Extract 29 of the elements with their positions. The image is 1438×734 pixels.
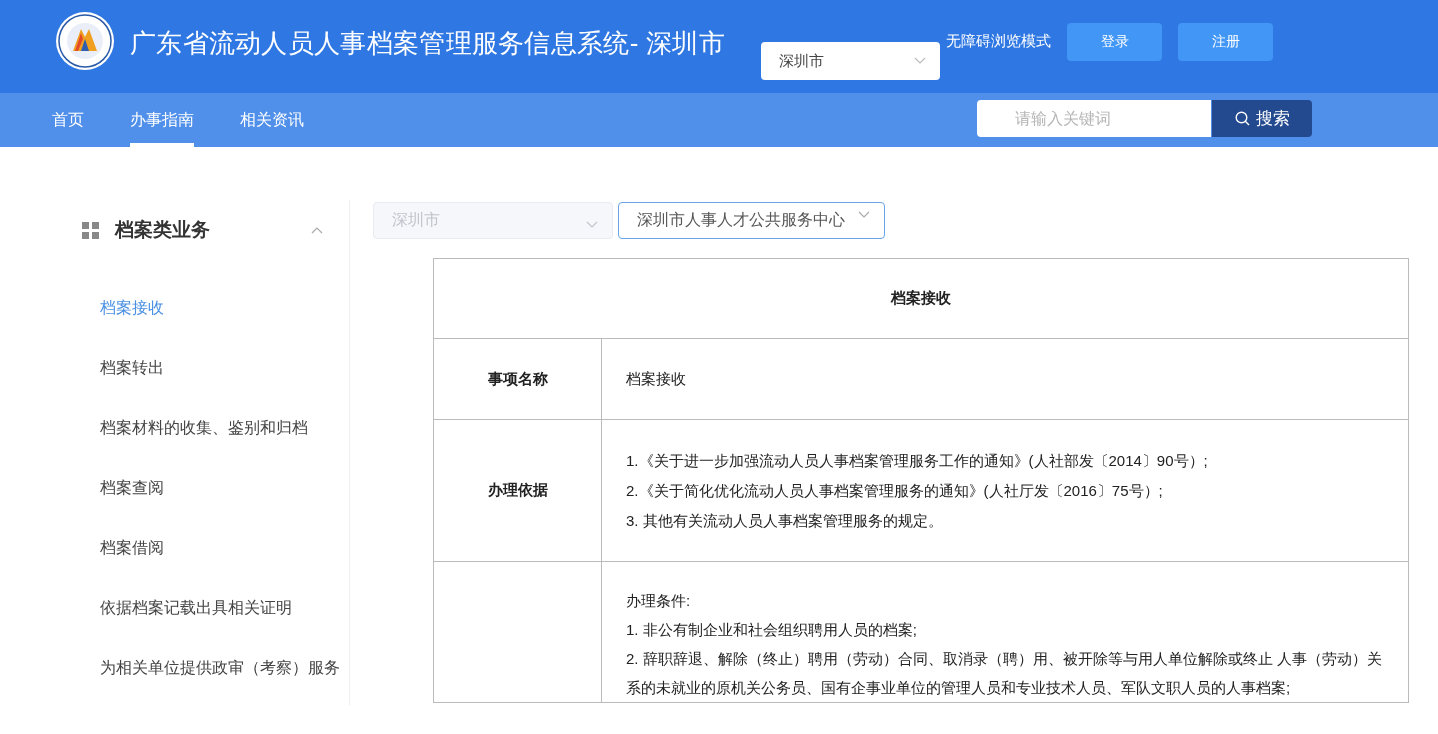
chevron-down-icon: [586, 220, 598, 229]
sidebar-item[interactable]: 档案转出: [80, 338, 349, 398]
detail-text: 1.《关于进一步加强流动人员人事档案管理服务工作的通知》(人社部发〔2014〕90号）;: [626, 450, 1209, 471]
detail-text: 档案接收: [626, 369, 687, 389]
filter-select[interactable]: 深圳市人事人才公共服务中心: [618, 202, 885, 239]
detail-text: 3. 其他有关流动人员人事档案管理服务的规定。: [626, 510, 944, 531]
detail-text: 2. 辞职辞退、解除（终止）聘用（劳动）合同、取消录（聘）用、被开除等与用人单位解除或终止 人事（劳动）关系的未就业的原机关公务员、国有企事业单位的管理人员和专业技术人员、军队文职人员的人事档案;: [626, 649, 1383, 698]
search-button[interactable]: 搜索: [1212, 100, 1312, 137]
detail-text: 1. 非公有制企业和社会组织聘用人员的档案;: [626, 620, 918, 640]
table-title: 档案接收: [433, 258, 1409, 339]
row-label: 办理依据: [433, 419, 602, 562]
city-select[interactable]: 深圳市: [761, 42, 941, 80]
sidebar-item[interactable]: 档案材料的收集、鉴别和归档: [80, 398, 349, 458]
detail-text: 2.《关于简化优化流动人员人事档案管理服务的通知》(人社厅发〔2016〕75号）;: [626, 480, 1164, 501]
sidebar-item[interactable]: 档案借阅: [80, 518, 349, 578]
chevron-down-icon: [914, 57, 927, 65]
sidebar-item[interactable]: 依据档案记载出具相关证明: [80, 578, 349, 638]
search-field[interactable]: 请输入关键词: [977, 100, 1211, 137]
site-title: 广东省流动人员人事档案管理服务信息系统- 深圳市: [130, 27, 726, 60]
row-label: 事项名称: [433, 338, 602, 420]
logo-icon: [55, 11, 115, 71]
search-icon: [1234, 111, 1250, 126]
grid-icon: [82, 221, 99, 239]
detail-text: 办理条件:: [626, 591, 692, 611]
sidebar-item[interactable]: 为相关单位提供政审（考察）服务: [80, 638, 349, 698]
sidebar-item[interactable]: 档案查阅: [80, 458, 349, 518]
menu-group-title[interactable]: 档案类业务: [115, 217, 311, 243]
chevron-down-icon: [858, 211, 870, 219]
accessibility-link[interactable]: 无障碍浏览模式: [946, 32, 1052, 51]
